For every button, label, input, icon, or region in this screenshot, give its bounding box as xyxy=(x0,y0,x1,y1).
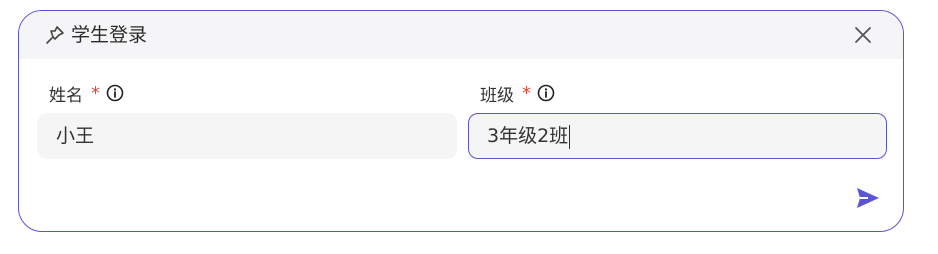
class-field-label: 班级 * xyxy=(480,81,555,106)
required-mark: * xyxy=(91,82,100,104)
class-input-value: 3年级2班 xyxy=(487,125,569,147)
name-label-text: 姓名 xyxy=(49,85,83,106)
info-icon[interactable] xyxy=(537,84,555,102)
name-input[interactable]: 小王 xyxy=(37,113,457,159)
send-icon[interactable] xyxy=(855,185,881,211)
dialog-title: 学生登录 xyxy=(71,24,148,46)
name-input-value: 小王 xyxy=(56,125,95,147)
class-label-text: 班级 xyxy=(480,85,514,106)
login-dialog: 学生登录 姓名 * 小王 班级 * 3年级2班 xyxy=(18,10,904,232)
name-field-label: 姓名 * xyxy=(49,81,124,106)
dialog-header: 学生登录 xyxy=(19,11,903,59)
close-icon[interactable] xyxy=(853,25,873,45)
info-icon[interactable] xyxy=(106,84,124,102)
class-input[interactable]: 3年级2班 xyxy=(468,113,887,159)
text-caret xyxy=(569,124,571,149)
pin-icon xyxy=(45,25,65,45)
required-mark: * xyxy=(522,82,531,104)
